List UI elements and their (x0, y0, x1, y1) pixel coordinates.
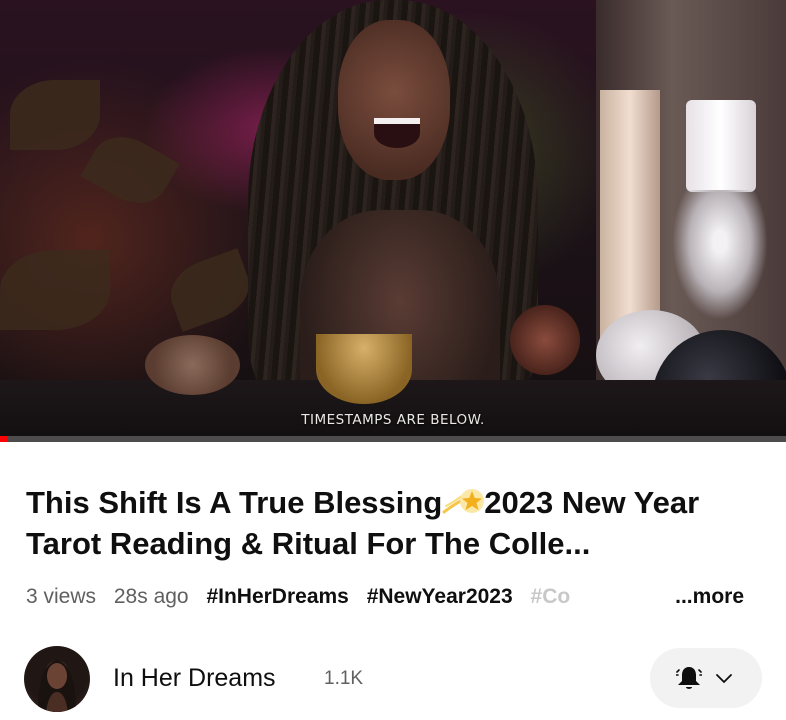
hashtag-link[interactable]: #NewYear2023 (367, 585, 513, 608)
avatar-image (38, 660, 76, 712)
dizzy-emoji-icon (442, 489, 485, 514)
progress-bar-fill (0, 436, 8, 442)
more-button[interactable]: ...more (675, 585, 744, 609)
upload-age: 28s ago (113, 585, 189, 608)
video-player[interactable]: TIMESTAMPS ARE BELOW. (0, 0, 786, 442)
hashtag-link[interactable]: #Co (531, 585, 571, 608)
video-title[interactable]: This Shift Is A True Blessing 2023 New Y… (26, 482, 771, 564)
hand (145, 335, 240, 395)
plant-leaf (80, 124, 180, 216)
singing-bowl (316, 334, 412, 404)
candle-holder (672, 190, 768, 320)
video-meta[interactable]: 3 views 28s ago #InHerDreams #NewYear202… (26, 585, 766, 609)
person-face (338, 20, 450, 180)
notification-button[interactable] (650, 648, 762, 708)
plant-leaf (162, 248, 258, 332)
progress-bar[interactable] (0, 436, 786, 442)
title-text: This Shift Is A True Blessing (26, 485, 443, 520)
chevron-down-icon (716, 674, 732, 683)
bell-icon (676, 667, 702, 689)
avatar[interactable] (24, 646, 90, 712)
candle (686, 100, 756, 192)
video-caption: TIMESTAMPS ARE BELOW. (301, 412, 485, 428)
plant-leaf (10, 80, 100, 150)
person-mouth (374, 118, 420, 148)
plant-leaf (0, 250, 110, 330)
subscriber-count: 1.1K (324, 668, 364, 689)
hand (510, 305, 580, 375)
channel-row: In Her Dreams 1.1K (0, 642, 786, 720)
hashtag-link[interactable]: #InHerDreams (206, 585, 348, 608)
channel-name[interactable]: In Her Dreams (113, 664, 276, 693)
view-count: 3 views (26, 585, 97, 608)
